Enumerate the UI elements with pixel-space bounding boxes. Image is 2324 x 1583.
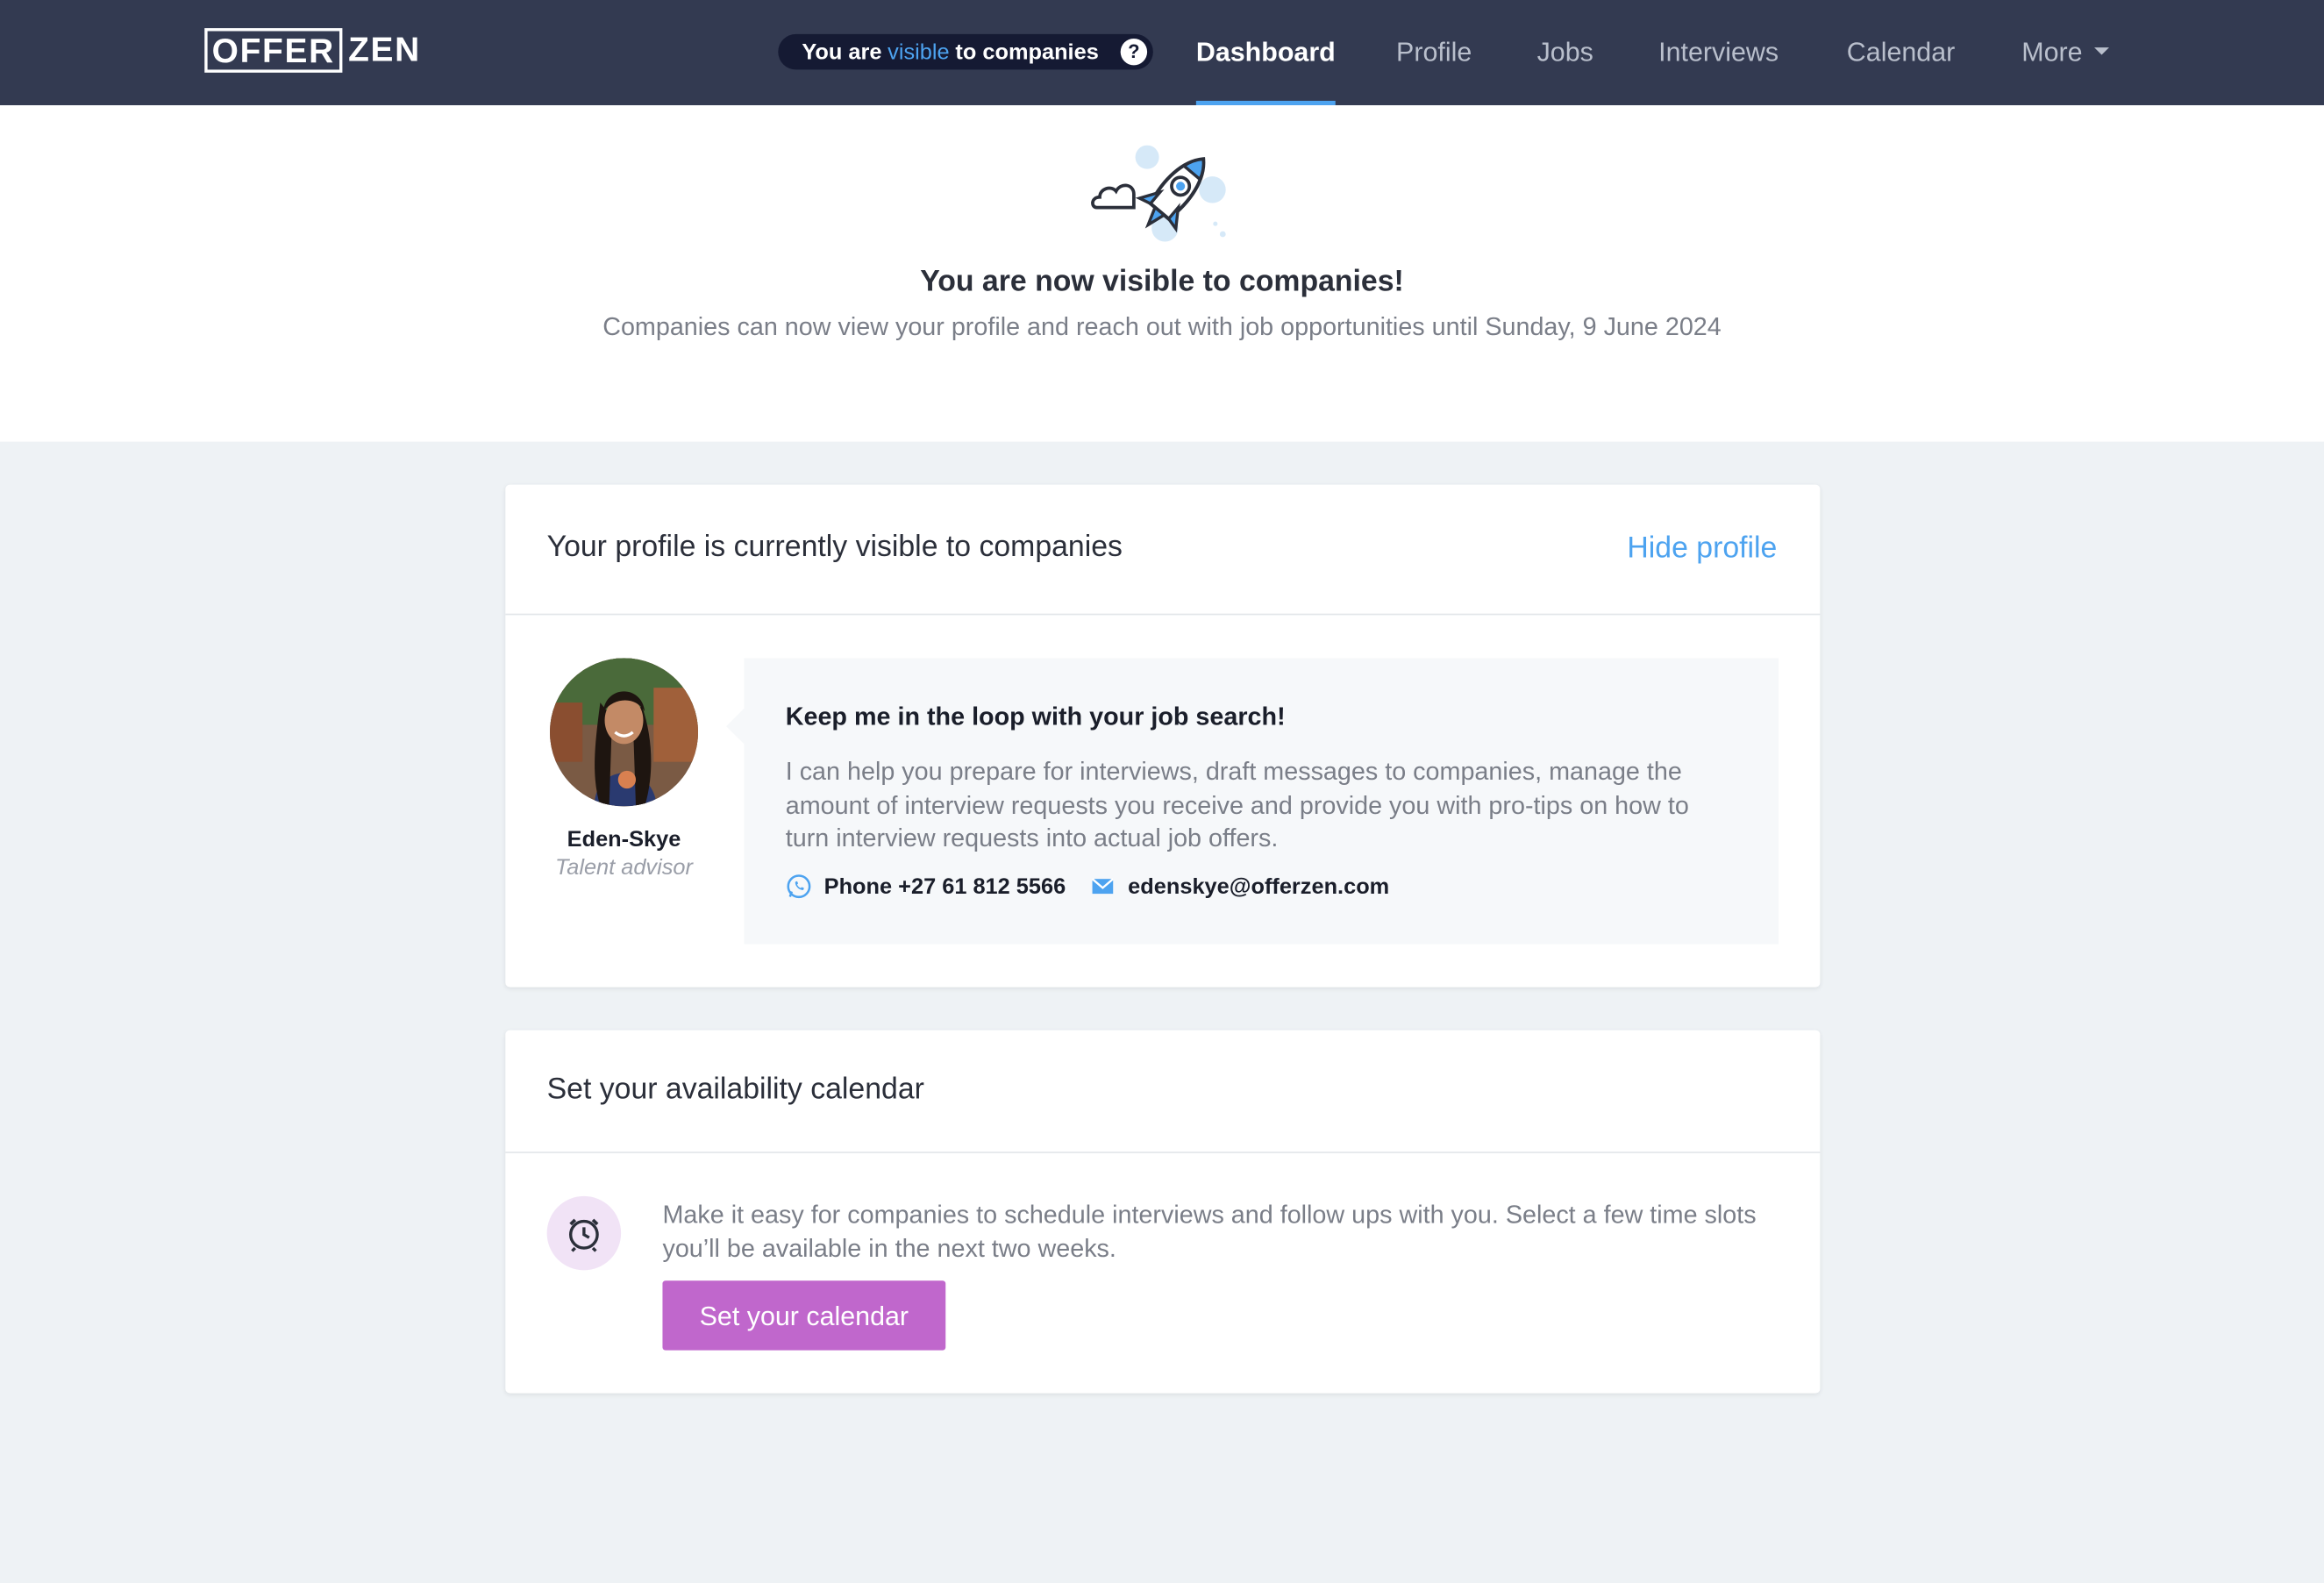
top-navbar: OFFER ZEN You are visible to companies ?… <box>0 0 2324 105</box>
talent-advisor: Eden-Skye Talent advisor <box>547 658 702 881</box>
availability-calendar-card: Set your availability calendar Make it e… <box>505 1030 1821 1394</box>
help-icon[interactable]: ? <box>1120 38 1148 66</box>
calendar-card-header: Set your availability calendar <box>505 1030 1821 1153</box>
page: OFFER ZEN You are visible to companies ?… <box>0 0 2324 1583</box>
whatsapp-icon <box>787 874 811 899</box>
advisor-email[interactable]: edenskye@offerzen.com <box>1128 874 1389 899</box>
avatar <box>550 658 699 807</box>
calendar-description: Make it easy for companies to schedule i… <box>662 1200 1757 1263</box>
visibility-hero: You are now visible to companies! Compan… <box>0 104 2324 442</box>
nav-dashboard[interactable]: Dashboard <box>1195 0 1336 105</box>
alarm-clock-icon <box>546 1195 622 1271</box>
message-title: Keep me in the loop with your job search… <box>785 702 1286 731</box>
rocket-icon <box>1091 145 1226 242</box>
contact-row: Phone +27 61 812 5566 edenskye@offerzen.… <box>786 873 1389 899</box>
nav-more-label: More <box>2021 37 2083 68</box>
message-body: I can help you prepare for interviews, d… <box>785 757 1689 852</box>
advisor-photo <box>550 658 699 807</box>
hero-title: You are now visible to companies! <box>920 265 1404 298</box>
nav-calendar[interactable]: Calendar <box>1847 0 1955 105</box>
profile-card-title: Your profile is currently visible to com… <box>546 531 1123 564</box>
advisor-message: Keep me in the loop with your job search… <box>726 658 1779 945</box>
calendar-card-title: Set your availability calendar <box>546 1073 924 1106</box>
profile-visibility-card: Your profile is currently visible to com… <box>505 484 1821 988</box>
advisor-name: Eden-Skye <box>567 827 681 852</box>
offerzen-logo[interactable]: OFFER ZEN <box>204 26 421 72</box>
nav-interviews[interactable]: Interviews <box>1658 0 1779 105</box>
visibility-suffix: to companies <box>955 39 1099 65</box>
advisor-phone[interactable]: Phone +27 61 812 5566 <box>824 874 1066 899</box>
chevron-down-icon <box>2094 46 2109 55</box>
hide-profile-link[interactable]: Hide profile <box>1627 532 1777 567</box>
logo-boxed-text: OFFER <box>204 27 343 72</box>
visibility-highlight: visible <box>888 39 950 65</box>
visibility-status-pill[interactable]: You are visible to companies ? <box>778 33 1153 70</box>
nav-profile[interactable]: Profile <box>1396 0 1472 105</box>
nav-more[interactable]: More <box>2021 0 2109 105</box>
mail-icon <box>1091 878 1115 895</box>
set-calendar-button[interactable]: Set your calendar <box>662 1280 946 1351</box>
alarm-clock-glyph <box>568 1218 599 1252</box>
hero-subtitle: Companies can now view your profile and … <box>602 312 1722 341</box>
nav-jobs[interactable]: Jobs <box>1537 0 1593 105</box>
logo-plain-text: ZEN <box>348 29 421 68</box>
profile-card-header: Your profile is currently visible to com… <box>505 485 1821 616</box>
advisor-role: Talent advisor <box>555 855 693 881</box>
visibility-prefix: You are <box>802 39 882 65</box>
